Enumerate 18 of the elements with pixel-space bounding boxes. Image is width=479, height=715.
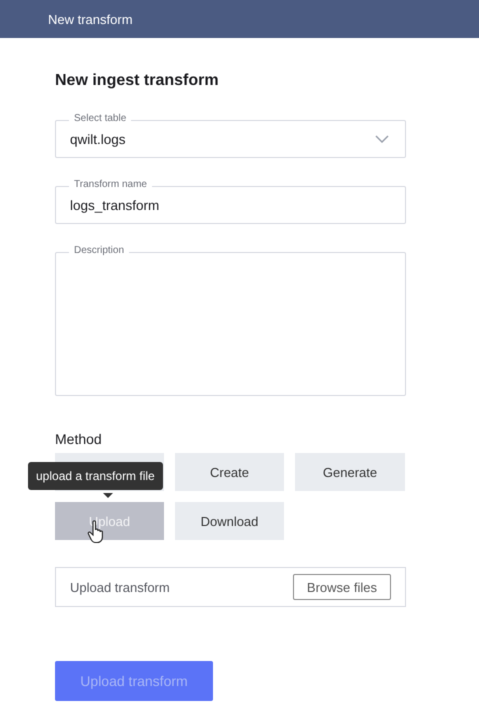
tooltip: upload a transform file xyxy=(28,462,163,490)
method-button[interactable]: Download xyxy=(175,502,284,540)
method-button[interactable]: Generate xyxy=(295,453,405,491)
input-field[interactable]: Transform name logs_transform xyxy=(55,179,406,224)
select-value: qwilt.logs xyxy=(70,132,126,146)
field-value: logs_transform xyxy=(70,198,160,212)
form-title: New ingest transform xyxy=(55,72,220,90)
page-title: New transform xyxy=(48,12,133,26)
browse-files-button[interactable]: Browse files xyxy=(292,574,391,600)
chevron-down-icon xyxy=(375,135,389,143)
file-upload-field[interactable]: Upload transform Browse files xyxy=(55,567,406,607)
description-field[interactable]: Description xyxy=(55,245,406,396)
select-field[interactable]: Select table qwilt.logs xyxy=(55,113,406,158)
section-label: Method xyxy=(55,431,103,447)
upload-placeholder: Upload transform xyxy=(70,580,170,594)
method-button[interactable]: Create xyxy=(175,453,284,491)
tooltip-arrow-icon xyxy=(103,493,113,498)
field-label: Description xyxy=(69,245,130,257)
